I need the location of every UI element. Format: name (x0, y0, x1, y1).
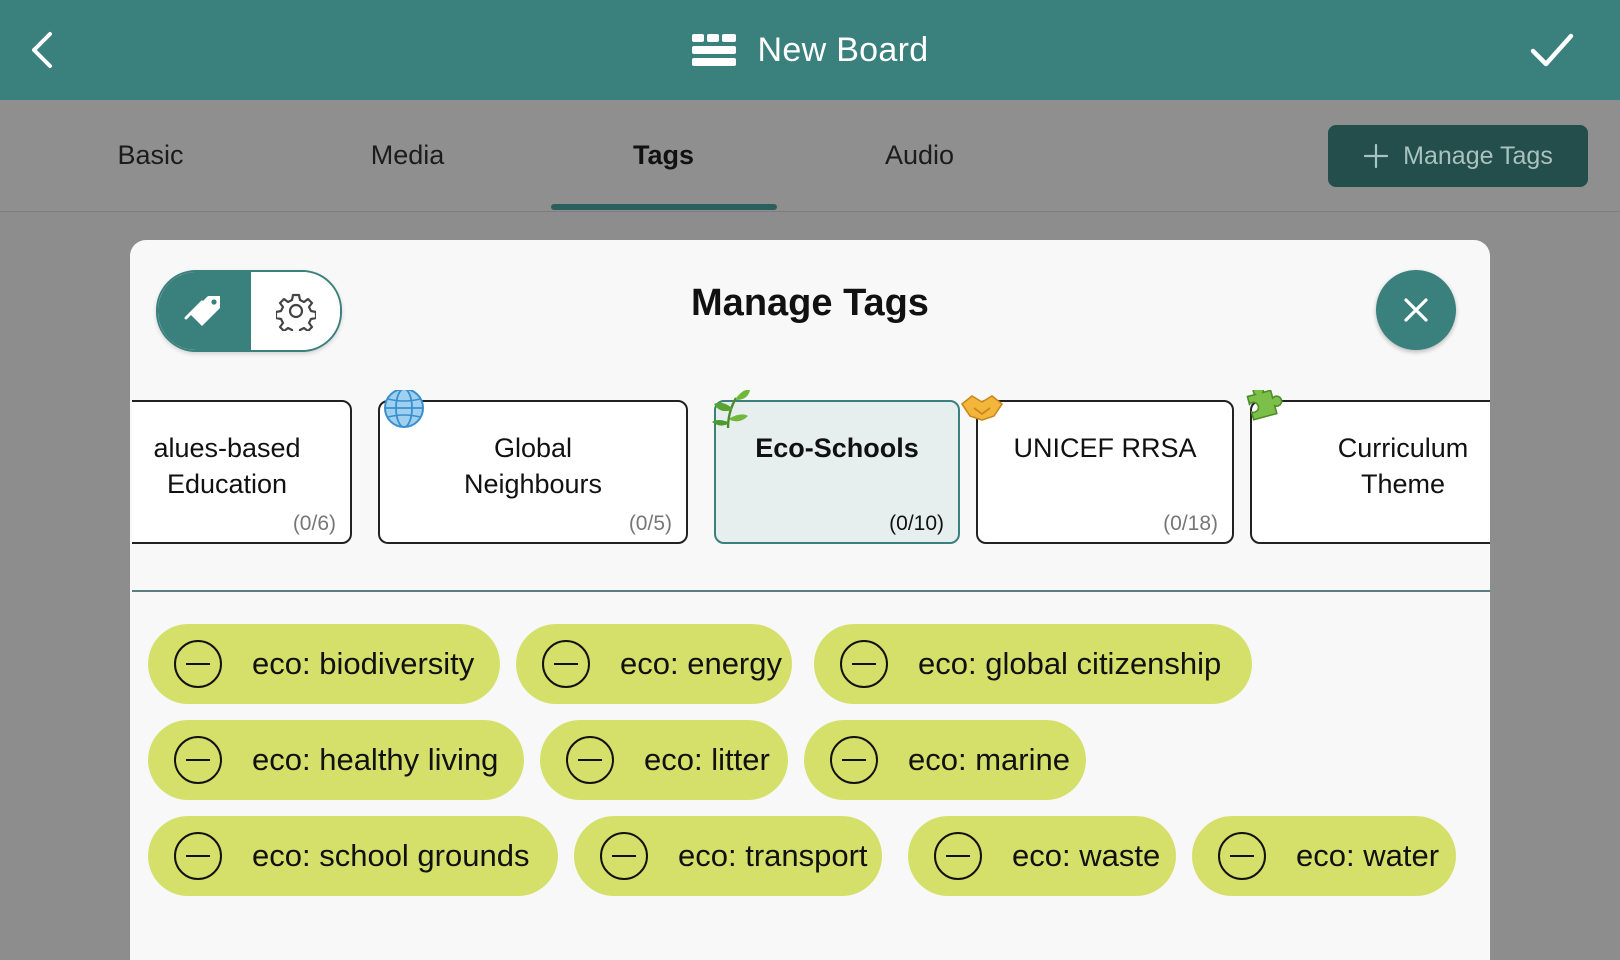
minus-circle-icon[interactable] (840, 640, 888, 688)
handshake-icon (960, 395, 1004, 421)
tag-chip[interactable]: eco: biodiversity (148, 624, 500, 704)
modal-title: Manage Tags (691, 282, 929, 324)
tag-chip-label: eco: biodiversity (252, 646, 475, 681)
tag-group-name-line: Neighbours (463, 469, 603, 499)
tag-chip-label: eco: water (1296, 838, 1440, 873)
tag-chip-label: eco: litter (644, 742, 770, 777)
minus-circle-icon[interactable] (174, 736, 222, 784)
tag-groups-row[interactable]: alues-based Education (0/6) Global Neigh… (132, 390, 1490, 550)
tag-group-name: Eco-Schools (716, 430, 958, 466)
confirm-button[interactable] (1528, 28, 1576, 72)
tag-chip[interactable]: eco: global citizenship (814, 624, 1252, 704)
minus-circle-icon[interactable] (174, 832, 222, 880)
tag-group-name: alues-based Education (132, 430, 380, 502)
header-title: New Board (757, 30, 929, 69)
tab-tags[interactable]: Tags (551, 100, 776, 211)
tag-chip[interactable]: eco: water (1192, 816, 1456, 896)
tag-chip[interactable]: eco: marine (804, 720, 1086, 800)
tag-chip[interactable]: eco: healthy living (148, 720, 524, 800)
tab-basic[interactable]: Basic (38, 100, 263, 211)
tag-chip-label: eco: healthy living (252, 742, 499, 777)
top-bar: New Board (0, 0, 1620, 100)
tag-group-name: Global Neighbours (380, 430, 686, 502)
tag-chip[interactable]: eco: school grounds (148, 816, 558, 896)
minus-circle-icon[interactable] (600, 832, 648, 880)
minus-circle-icon[interactable] (934, 832, 982, 880)
close-button[interactable] (1376, 270, 1456, 350)
tag-chip-label: eco: energy (620, 646, 782, 681)
tag-group-name-line: Education (166, 469, 288, 499)
header-title-group: New Board (0, 0, 1620, 100)
tag-group-count: (0/18) (1163, 512, 1218, 535)
tag-group-count: (0/6) (292, 512, 336, 535)
manage-tags-button[interactable]: Manage Tags (1328, 125, 1588, 187)
tag-group-name: Curriculum Theme (1272, 430, 1490, 502)
groups-divider (132, 590, 1490, 592)
tag-chip-label: eco: marine (908, 742, 1070, 777)
tab-media[interactable]: Media (295, 100, 520, 211)
tag-group-count: (0/5) (628, 512, 672, 535)
minus-circle-icon[interactable] (830, 736, 878, 784)
tag-chip[interactable]: eco: energy (516, 624, 792, 704)
tag-group-name-line: Eco-Schools (755, 433, 919, 463)
manage-tags-modal: Manage Tags alues-based Education (0/6) … (130, 240, 1490, 960)
tag-group-name: UNICEF RRSA (978, 430, 1232, 466)
close-icon (1404, 298, 1428, 322)
manage-tags-button-label: Manage Tags (1403, 141, 1553, 170)
tag-chip-label: eco: transport (678, 838, 868, 873)
tag-group-name-line: alues-based (153, 433, 301, 463)
puzzle-icon (1246, 390, 1283, 421)
leaf-icon (712, 390, 750, 429)
checkmark-icon (1530, 33, 1574, 67)
globe-icon (384, 390, 424, 428)
board-grid-icon (691, 34, 736, 66)
tag-group-name-line: Curriculum (1337, 433, 1469, 463)
tag-chip[interactable]: eco: transport (574, 816, 882, 896)
minus-circle-icon[interactable] (566, 736, 614, 784)
minus-circle-icon[interactable] (174, 640, 222, 688)
chevron-left-icon (32, 32, 52, 68)
tag-chip[interactable]: eco: litter (540, 720, 788, 800)
tag-group-name-line: Theme (1360, 469, 1446, 499)
minus-circle-icon[interactable] (1218, 832, 1266, 880)
tag-chip-label: eco: waste (1012, 838, 1161, 873)
plus-icon (1364, 143, 1389, 169)
tag-group-card[interactable]: UNICEF RRSA (0/18) (976, 400, 1234, 544)
tag-chip[interactable]: eco: waste (908, 816, 1176, 896)
tag-group-name-line: UNICEF RRSA (1013, 433, 1197, 463)
minus-circle-icon[interactable] (542, 640, 590, 688)
tag-group-name-line: Global (493, 433, 573, 463)
back-button[interactable] (22, 28, 66, 72)
tag-group-count: (0/10) (889, 512, 944, 535)
tag-group-card[interactable]: alues-based Education (0/6) (132, 400, 352, 544)
tab-audio[interactable]: Audio (807, 100, 1032, 211)
tag-chip-label: eco: school grounds (252, 838, 530, 873)
active-tab-indicator (551, 204, 777, 210)
tag-chip-label: eco: global citizenship (918, 646, 1222, 681)
